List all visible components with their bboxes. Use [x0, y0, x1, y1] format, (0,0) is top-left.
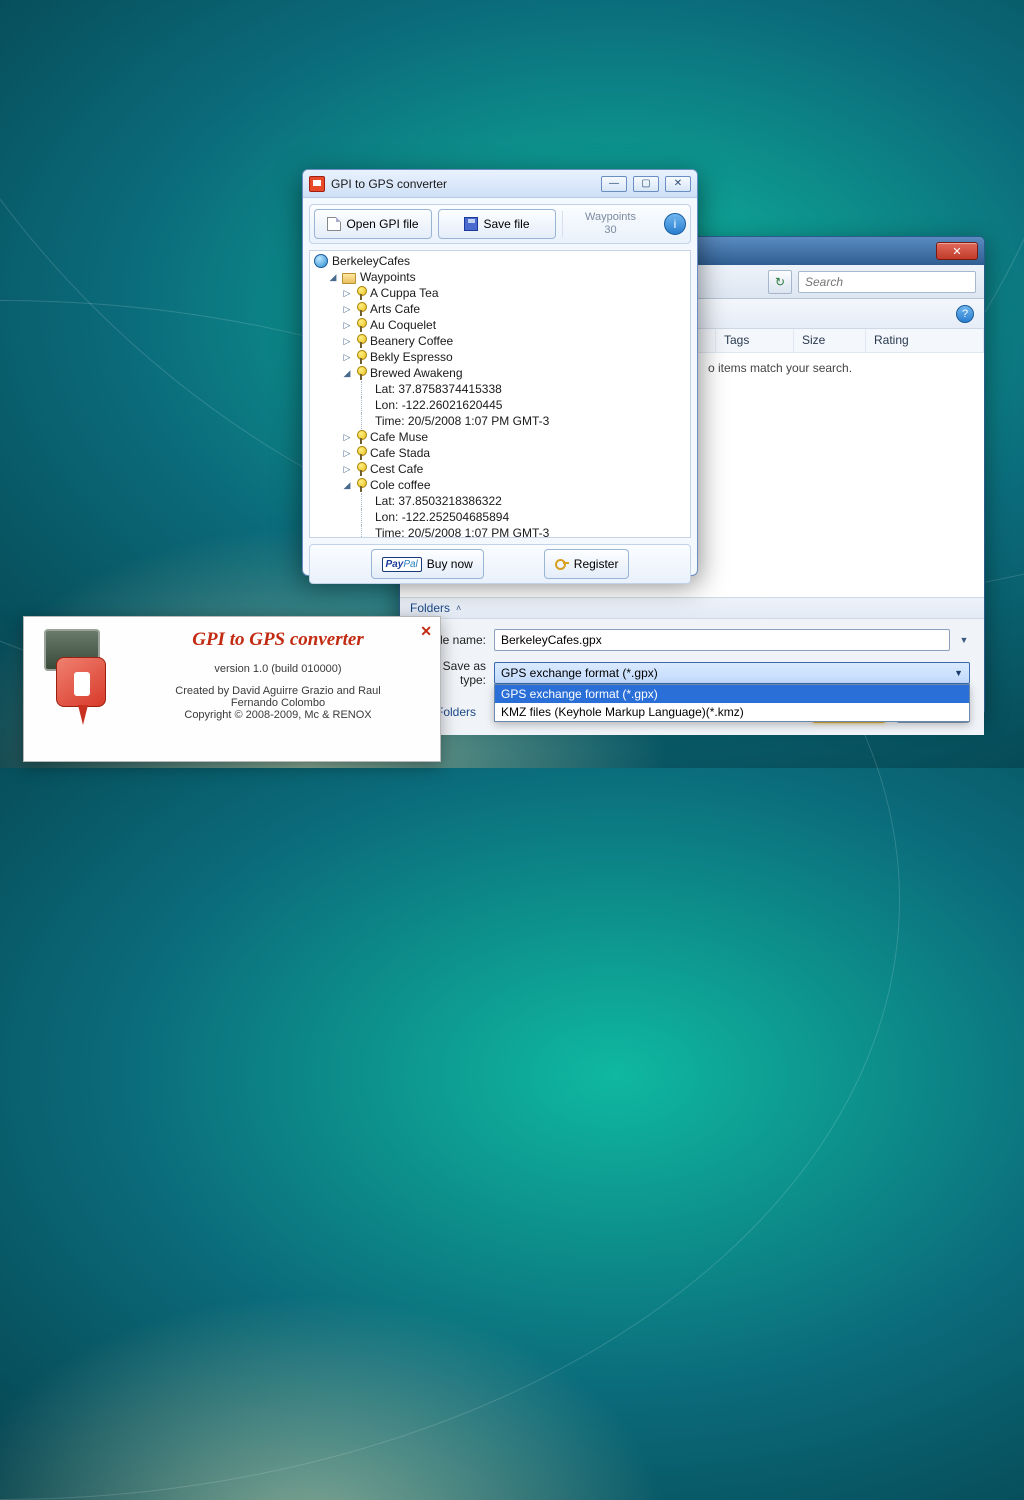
folder-icon: [342, 273, 356, 284]
pin-icon: [356, 318, 366, 332]
pin-icon: [356, 286, 366, 300]
tree-row[interactable]: ◢Cole coffee: [314, 477, 686, 493]
open-gpi-button[interactable]: Open GPI file: [314, 209, 432, 239]
about-title: GPI to GPS converter: [130, 629, 426, 651]
tree-row[interactable]: ▷Cafe Stada: [314, 445, 686, 461]
expand-icon[interactable]: ▷: [342, 448, 352, 459]
expand-icon[interactable]: ▷: [342, 464, 352, 475]
tree-row[interactable]: ▷Arts Cafe: [314, 301, 686, 317]
info-button[interactable]: i: [664, 213, 686, 235]
app-icon: [309, 176, 325, 192]
pin-icon: [356, 366, 366, 380]
refresh-button[interactable]: ↻: [768, 270, 792, 294]
tree-row[interactable]: Lon: -122.26021620445: [314, 397, 686, 413]
app-bottombar: PayPal Buy now Register: [309, 544, 691, 584]
about-close-button[interactable]: ✕: [420, 623, 432, 640]
col-tags[interactable]: Tags: [716, 329, 794, 352]
tree-row[interactable]: Lat: 37.8758374415338: [314, 381, 686, 397]
pin-icon: [356, 478, 366, 492]
expand-icon[interactable]: ◢: [342, 480, 352, 491]
tree-row[interactable]: Lat: 37.8503218386322: [314, 493, 686, 509]
pin-icon: [356, 446, 366, 460]
pin-icon: [356, 462, 366, 476]
tree-row[interactable]: ◢Waypoints: [314, 269, 686, 285]
saveastype-option[interactable]: KMZ files (Keyhole Markup Language)(*.km…: [495, 703, 969, 721]
tree-row[interactable]: Time: 20/5/2008 1:07 PM GMT-3: [314, 413, 686, 429]
app-title: GPI to GPS converter: [331, 177, 595, 191]
buy-now-button[interactable]: PayPal Buy now: [371, 549, 484, 579]
tree-row[interactable]: ▷Cest Cafe: [314, 461, 686, 477]
saveastype-dropdown: GPS exchange format (*.gpx) KMZ files (K…: [494, 684, 970, 722]
tree-row[interactable]: ▷Beanery Coffee: [314, 333, 686, 349]
app-toolbar: Open GPI file Save file Waypoints 30 i: [309, 204, 691, 244]
app-titlebar[interactable]: GPI to GPS converter — ▢ ✕: [303, 170, 697, 198]
tree-row[interactable]: ▷A Cuppa Tea: [314, 285, 686, 301]
tree-row[interactable]: Time: 20/5/2008 1:07 PM GMT-3: [314, 525, 686, 538]
about-dialog: ✕ GPI to GPS converter version 1.0 (buil…: [23, 616, 441, 762]
filename-input[interactable]: [494, 629, 950, 651]
saveastype-option[interactable]: GPS exchange format (*.gpx): [495, 685, 969, 703]
tree-row[interactable]: BerkeleyCafes: [314, 253, 686, 269]
key-icon: [555, 557, 569, 571]
expand-icon[interactable]: ▷: [342, 352, 352, 363]
close-button[interactable]: ✕: [665, 176, 691, 192]
globe-icon: [314, 254, 328, 268]
waypoint-tree[interactable]: BerkeleyCafes◢Waypoints▷A Cuppa Tea▷Arts…: [309, 250, 691, 538]
help-button[interactable]: ?: [956, 305, 974, 323]
save-file-button[interactable]: Save file: [438, 209, 556, 239]
expand-icon[interactable]: ▷: [342, 336, 352, 347]
expand-icon[interactable]: ◢: [342, 368, 352, 379]
maximize-button[interactable]: ▢: [633, 176, 659, 192]
expand-icon[interactable]: ▷: [342, 304, 352, 315]
register-button[interactable]: Register: [544, 549, 630, 579]
file-open-icon: [327, 217, 341, 231]
chevron-down-icon: ▼: [954, 668, 963, 678]
col-size[interactable]: Size: [794, 329, 866, 352]
tree-row[interactable]: ▷Cafe Muse: [314, 429, 686, 445]
expand-icon[interactable]: ◢: [328, 272, 338, 283]
tree-row[interactable]: Lon: -122.252504685894: [314, 509, 686, 525]
minimize-button[interactable]: —: [601, 176, 627, 192]
expand-icon[interactable]: ▷: [342, 432, 352, 443]
filename-dropdown-icon[interactable]: ▼: [958, 635, 970, 645]
empty-hint: o items match your search.: [708, 361, 968, 375]
saveastype-combo[interactable]: GPS exchange format (*.gpx) ▼ GPS exchan…: [494, 662, 970, 684]
chevron-up-icon: ˄: [456, 603, 461, 613]
expand-icon[interactable]: ▷: [342, 288, 352, 299]
about-icon: [38, 629, 116, 751]
waypoints-counter: Waypoints 30: [562, 211, 658, 236]
tree-row[interactable]: ▷Au Coquelet: [314, 317, 686, 333]
tree-row[interactable]: ▷Bekly Espresso: [314, 349, 686, 365]
pin-icon: [356, 334, 366, 348]
folders-panel-toggle[interactable]: Folders ˄: [400, 597, 984, 619]
close-button[interactable]: ✕: [936, 242, 978, 260]
disk-icon: [464, 217, 478, 231]
paypal-icon: PayPal: [382, 557, 422, 572]
pin-icon: [356, 430, 366, 444]
converter-window: GPI to GPS converter — ▢ ✕ Open GPI file…: [302, 169, 698, 576]
expand-icon[interactable]: ▷: [342, 320, 352, 331]
about-text: GPI to GPS converter version 1.0 (build …: [130, 629, 426, 751]
pin-icon: [356, 350, 366, 364]
col-rating[interactable]: Rating: [866, 329, 984, 352]
pin-icon: [356, 302, 366, 316]
search-input[interactable]: [798, 271, 976, 293]
saveas-bottom: File name: ▼ Save as type: GPS exchange …: [400, 619, 984, 735]
tree-row[interactable]: ◢Brewed Awakeng: [314, 365, 686, 381]
